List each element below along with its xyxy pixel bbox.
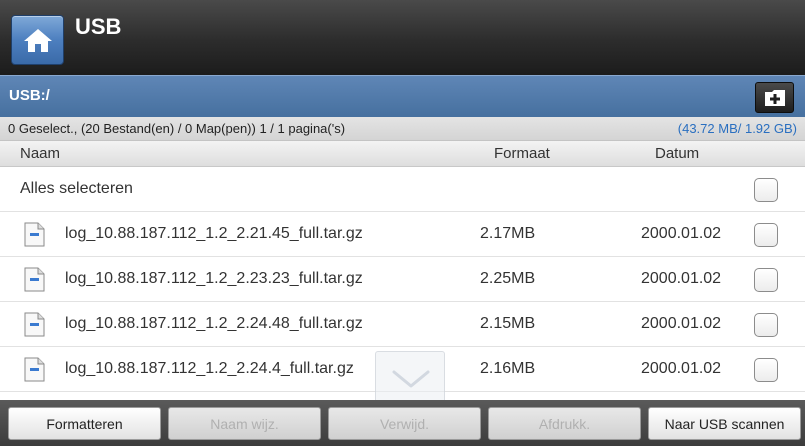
- file-checkbox[interactable]: [754, 223, 778, 247]
- file-date: 2000.01.02: [641, 360, 722, 377]
- file-icon: [24, 222, 45, 247]
- file-icon: [24, 267, 45, 292]
- file-checkbox[interactable]: [754, 358, 778, 382]
- file-name: log_10.88.187.112_1.2_2.24.48_full.tar.g…: [65, 315, 363, 332]
- path-bar: USB:/: [0, 75, 805, 117]
- selection-status: 0 Geselect., (20 Bestand(en) / 0 Map(pen…: [8, 121, 346, 136]
- format-button[interactable]: Formatteren: [8, 407, 161, 440]
- new-folder-button[interactable]: [755, 82, 794, 113]
- select-all-row[interactable]: Alles selecteren: [0, 167, 805, 212]
- file-name: log_10.88.187.112_1.2_2.23.23_full.tar.g…: [65, 270, 363, 287]
- chevron-down-icon: [392, 370, 430, 388]
- file-checkbox[interactable]: [754, 313, 778, 337]
- current-path: USB:/: [9, 87, 50, 104]
- file-name: log_10.88.187.112_1.2_2.21.45_full.tar.g…: [65, 225, 363, 242]
- table-row[interactable]: log_10.88.187.112_1.2_2.24.48_full.tar.g…: [0, 302, 805, 347]
- new-folder-icon: [764, 89, 785, 106]
- file-icon: [24, 312, 45, 337]
- file-size: 2.25MB: [480, 270, 536, 287]
- file-date: 2000.01.02: [641, 270, 722, 287]
- rename-button[interactable]: Naam wijz.: [168, 407, 321, 440]
- select-all-label: Alles selecteren: [20, 180, 133, 197]
- page-title: USB: [75, 14, 122, 39]
- scan-to-usb-button[interactable]: Naar USB scannen: [648, 407, 801, 440]
- home-icon: [23, 29, 52, 52]
- file-name: log_10.88.187.112_1.2_2.24.4_full.tar.gz: [65, 360, 354, 377]
- column-date-header[interactable]: Datum: [655, 145, 699, 162]
- home-button[interactable]: [11, 15, 64, 65]
- title-bar: USB: [0, 0, 805, 75]
- file-date: 2000.01.02: [641, 315, 722, 332]
- table-row[interactable]: log_10.88.187.112_1.2_2.21.45_full.tar.g…: [0, 212, 805, 257]
- file-date: 2000.01.02: [641, 225, 722, 242]
- info-bar: 0 Geselect., (20 Bestand(en) / 0 Map(pen…: [0, 117, 805, 141]
- scroll-down-button[interactable]: [375, 351, 445, 406]
- file-size: 2.16MB: [480, 360, 536, 377]
- table-row[interactable]: log_10.88.187.112_1.2_2.23.23_full.tar.g…: [0, 257, 805, 302]
- delete-button[interactable]: Verwijd.: [328, 407, 481, 440]
- storage-capacity: (43.72 MB/ 1.92 GB): [677, 121, 797, 136]
- column-size-header[interactable]: Formaat: [494, 145, 550, 162]
- select-all-checkbox[interactable]: [754, 178, 778, 202]
- file-icon: [24, 357, 45, 382]
- file-size: 2.17MB: [480, 225, 536, 242]
- file-size: 2.15MB: [480, 315, 536, 332]
- column-header: Naam Formaat Datum: [0, 141, 805, 167]
- bottom-toolbar: Formatteren Naam wijz. Verwijd. Afdrukk.…: [0, 400, 805, 446]
- print-button[interactable]: Afdrukk.: [488, 407, 641, 440]
- column-name-header[interactable]: Naam: [20, 145, 60, 162]
- file-checkbox[interactable]: [754, 268, 778, 292]
